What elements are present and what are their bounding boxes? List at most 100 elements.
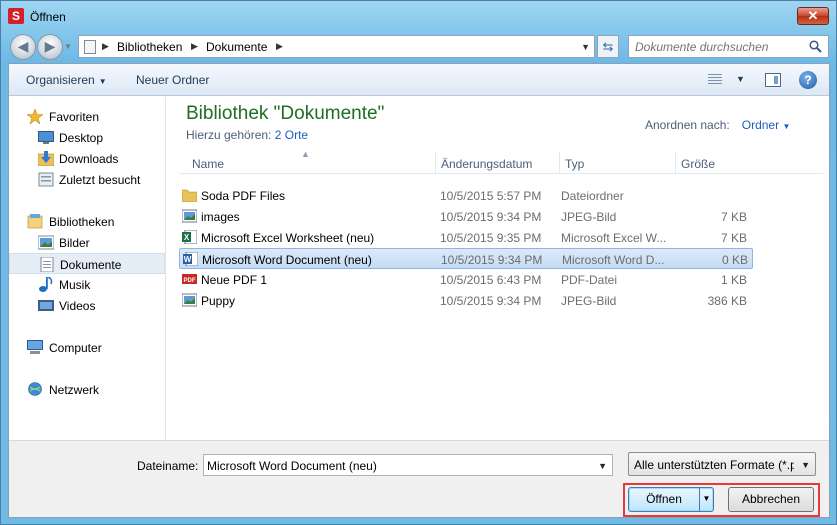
sidebar-item-desktop[interactable]: Desktop xyxy=(9,127,165,148)
sidebar-item-label: Bilder xyxy=(59,236,90,250)
file-type: JPEG-Bild xyxy=(561,210,617,224)
sidebar-item-computer[interactable]: Computer xyxy=(9,337,165,358)
breadcrumb-arrow-icon[interactable]: ▶ xyxy=(276,41,283,52)
file-type: JPEG-Bild xyxy=(561,294,617,308)
sidebar-item-label: Netzwerk xyxy=(49,383,100,397)
close-button[interactable]: ✕ xyxy=(797,7,829,25)
open-button[interactable]: Öffnen ▼ xyxy=(628,487,714,512)
library-title: Bibliothek "Dokumente" xyxy=(186,103,385,124)
file-type: Microsoft Word D... xyxy=(562,253,665,267)
sidebar-item-bibliotheken[interactable]: Bibliotheken xyxy=(9,211,165,232)
library-locations-link[interactable]: 2 Orte xyxy=(275,128,308,142)
filename-combobox[interactable]: ▼ xyxy=(203,454,613,476)
title-bar: S Öffnen ✕ xyxy=(1,1,836,31)
sidebar-item-netzwerk[interactable]: Netzwerk xyxy=(9,379,165,400)
dialog-content: Organisieren ▼ Neuer Ordner ▼ ? Favoriten… xyxy=(8,63,830,518)
sidebar-item-videos[interactable]: Videos xyxy=(9,295,165,316)
filename-input[interactable] xyxy=(207,456,587,475)
sidebar-item-label: Bibliotheken xyxy=(49,215,115,229)
address-dropdown-icon[interactable]: ▼ xyxy=(581,42,590,52)
file-row[interactable]: Soda PDF Files 10/5/2015 5:57 PM Dateior… xyxy=(179,185,753,206)
sidebar-item-label: Favoriten xyxy=(49,110,100,124)
documents-icon xyxy=(40,257,54,272)
search-input[interactable] xyxy=(635,37,805,57)
column-date[interactable]: Änderungsdatum xyxy=(441,157,532,171)
column-size[interactable]: Größe xyxy=(681,157,715,171)
file-size: 7 KB xyxy=(720,231,747,245)
file-name: Microsoft Word Document (neu) xyxy=(202,253,372,267)
file-date: 10/5/2015 9:35 PM xyxy=(440,231,542,245)
address-bar[interactable]: ▶ Bibliotheken ▶ Dokumente ▶ ▼ xyxy=(78,35,595,58)
column-divider[interactable] xyxy=(435,152,436,174)
view-options-icon[interactable] xyxy=(708,74,722,85)
column-name[interactable]: Name xyxy=(192,157,224,171)
library-includes-label: Hierzu gehören: xyxy=(186,128,272,142)
search-icon[interactable] xyxy=(809,40,822,53)
file-name-panel: Dateiname: ▼ Alle unterstützten Formate … xyxy=(9,440,829,517)
file-size: 7 KB xyxy=(720,210,747,224)
excel-icon: X xyxy=(182,230,197,244)
breadcrumb-dokumente[interactable]: Dokumente xyxy=(206,40,267,54)
navigation-bar: ◀ ▶ ▼ ▶ Bibliotheken ▶ Dokumente ▶ ▼ ⇆ xyxy=(1,31,836,61)
sidebar-item-musik[interactable]: Musik xyxy=(9,274,165,295)
svg-text:PDF: PDF xyxy=(184,278,196,284)
image-icon xyxy=(182,293,197,307)
recent-pages-dropdown-icon[interactable]: ▼ xyxy=(64,42,72,51)
sidebar-item-dokumente[interactable]: Dokumente xyxy=(9,253,165,274)
sidebar-item-zuletzt-besucht[interactable]: Zuletzt besucht xyxy=(9,169,165,190)
breadcrumb-bibliotheken[interactable]: Bibliotheken xyxy=(117,40,182,54)
folder-icon xyxy=(182,189,197,202)
sidebar-item-label: Zuletzt besucht xyxy=(59,173,141,187)
file-row[interactable]: Puppy 10/5/2015 9:34 PM JPEG-Bild 386 KB xyxy=(179,290,753,311)
breadcrumb-arrow-icon[interactable]: ▶ xyxy=(102,41,109,52)
forward-button[interactable]: ▶ xyxy=(37,34,63,60)
chevron-down-icon: ▼ xyxy=(782,122,791,131)
column-divider[interactable] xyxy=(559,152,560,174)
file-name: Microsoft Excel Worksheet (neu) xyxy=(201,231,375,245)
arrange-by-value: Ordner xyxy=(741,118,780,132)
svg-text:X: X xyxy=(184,233,190,242)
file-row[interactable]: images 10/5/2015 9:34 PM JPEG-Bild 7 KB xyxy=(179,206,753,227)
file-row-selected[interactable]: W Microsoft Word Document (neu) 10/5/201… xyxy=(179,248,753,269)
open-split-dropdown-icon[interactable]: ▼ xyxy=(699,488,713,511)
sidebar-item-bilder[interactable]: Bilder xyxy=(9,232,165,253)
new-folder-button[interactable]: Neuer Ordner xyxy=(136,73,209,87)
desktop-icon xyxy=(38,131,54,144)
sidebar-item-favoriten[interactable]: Favoriten xyxy=(9,106,165,127)
file-date: 10/5/2015 5:57 PM xyxy=(440,189,542,203)
refresh-button[interactable]: ⇆ xyxy=(597,35,619,58)
help-icon[interactable]: ? xyxy=(799,71,817,89)
sidebar-item-label: Downloads xyxy=(59,152,119,166)
image-icon xyxy=(182,209,197,223)
file-type-filter[interactable]: Alle unterstützten Formate (*.pdf ▼ xyxy=(628,452,816,476)
search-box[interactable] xyxy=(628,35,829,58)
file-date: 10/5/2015 9:34 PM xyxy=(441,253,543,267)
pdf-icon: PDF xyxy=(182,274,197,284)
column-type[interactable]: Typ xyxy=(565,157,584,171)
chevron-down-icon[interactable]: ▼ xyxy=(598,461,607,471)
sidebar-item-label: Computer xyxy=(49,341,102,355)
file-type: Dateiordner xyxy=(561,189,624,203)
back-button[interactable]: ◀ xyxy=(10,34,36,60)
sidebar-item-downloads[interactable]: Downloads xyxy=(9,148,165,169)
file-row[interactable]: X Microsoft Excel Worksheet (neu) 10/5/2… xyxy=(179,227,753,248)
arrange-by: Anordnen nach: Ordner ▼ xyxy=(645,118,790,132)
file-row[interactable]: PDF Neue PDF 1 10/5/2015 6:43 PM PDF-Dat… xyxy=(179,269,753,290)
view-dropdown-icon[interactable]: ▼ xyxy=(736,74,745,84)
libraries-icon xyxy=(27,214,43,229)
column-divider[interactable] xyxy=(675,152,676,174)
sort-ascending-icon: ▲ xyxy=(301,149,310,159)
file-name: Soda PDF Files xyxy=(201,189,286,203)
sidebar-item-label: Desktop xyxy=(59,131,104,145)
organize-menu[interactable]: Organisieren ▼ xyxy=(26,73,107,87)
arrange-by-label: Anordnen nach: xyxy=(645,118,730,132)
arrange-by-dropdown[interactable]: Ordner ▼ xyxy=(742,118,791,132)
breadcrumb-arrow-icon[interactable]: ▶ xyxy=(191,41,198,52)
recent-places-icon xyxy=(38,172,54,187)
file-size: 0 KB xyxy=(721,253,748,267)
cancel-button[interactable]: Abbrechen xyxy=(728,487,814,512)
preview-pane-icon[interactable] xyxy=(765,73,781,87)
file-date: 10/5/2015 6:43 PM xyxy=(440,273,542,287)
chevron-down-icon[interactable]: ▼ xyxy=(801,460,810,470)
music-icon xyxy=(39,277,53,292)
